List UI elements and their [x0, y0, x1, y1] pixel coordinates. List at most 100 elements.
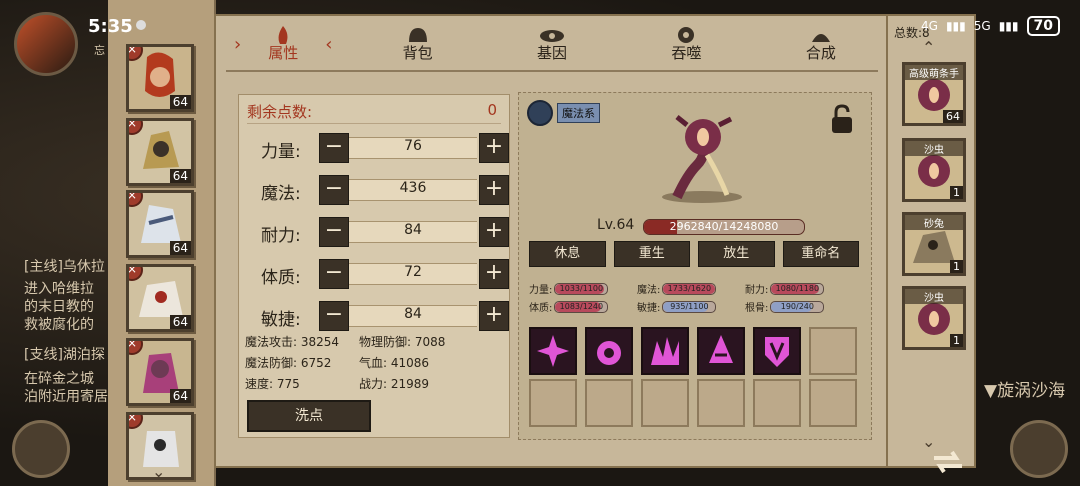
pet-card[interactable]: 砂兔 1 — [902, 212, 966, 276]
increase-button[interactable]: + — [479, 175, 509, 205]
growth-stat: 根骨: 190/240 — [745, 299, 825, 314]
release-button[interactable]: 放生 — [698, 241, 775, 267]
network-2: 5G — [973, 19, 991, 33]
rest-button[interactable]: 休息 — [529, 241, 606, 267]
pet-type-tag: 魔法系 — [557, 103, 600, 123]
stat-name: 耐力: — [261, 226, 301, 246]
pet-name: 沙虫 — [905, 289, 963, 304]
growth-bar: 1733/1620 — [662, 282, 717, 295]
stat-name: 力量: — [261, 142, 301, 162]
empty-skill-slot[interactable] — [585, 379, 633, 427]
empty-skill-slot[interactable] — [641, 379, 689, 427]
quest-main-desc-3: 救被腐化的 — [24, 317, 94, 333]
growth-label: 体质: — [529, 303, 553, 314]
exp-bar: 2962840/14248080 — [643, 219, 805, 235]
signal-icon: ▮▮▮ — [945, 19, 966, 33]
quest-main-desc-2: 的末日教的 — [24, 299, 94, 315]
growth-bar: 190/240 — [770, 300, 825, 313]
empty-skill-slot[interactable] — [529, 379, 577, 427]
reset-points-button[interactable]: 洗点 — [247, 400, 371, 432]
pet-level-bar: Lv.64 2962840/14248080 — [597, 217, 857, 235]
pet-name: 高级萌条手 — [905, 65, 963, 80]
character-card[interactable]: × 64 — [126, 118, 194, 186]
status-time: 5:35 — [88, 16, 133, 37]
player-avatar[interactable] — [14, 12, 78, 76]
decrease-button[interactable]: − — [319, 301, 349, 331]
speed-value: 速度: 775 — [245, 377, 300, 391]
empty-skill-slot[interactable] — [753, 379, 801, 427]
tab-label: 基因 — [537, 44, 568, 62]
stat-row-constitution: 体质: − 72 + — [239, 257, 509, 291]
pet-card[interactable]: 沙虫 1 — [902, 286, 966, 350]
decrease-button[interactable]: − — [319, 259, 349, 289]
growth-stat: 敏捷: 935/1100 — [637, 299, 717, 314]
stat-row-stamina: 耐力: − 84 + — [239, 215, 509, 249]
pet-sprite — [662, 115, 742, 203]
increase-button[interactable]: + — [479, 133, 509, 163]
stat-value: 84 — [349, 305, 477, 327]
skill-icon — [651, 337, 679, 365]
list-icon[interactable] — [527, 100, 553, 126]
swap-icon[interactable] — [928, 444, 968, 480]
derived-stats: 魔法攻击: 38254 物理防御: 7088 魔法防御: 6752 气血: 4108… — [245, 333, 503, 396]
empty-skill-slot[interactable] — [809, 327, 857, 375]
tab-label: 背包 — [402, 44, 433, 62]
skill-slot[interactable] — [697, 327, 745, 375]
skill-slot[interactable] — [641, 327, 689, 375]
skill-slot[interactable] — [753, 327, 801, 375]
tab-label: 吞噬 — [671, 44, 702, 62]
empty-skill-slot[interactable] — [809, 379, 857, 427]
increase-button[interactable]: + — [479, 301, 509, 331]
growth-value: 1033/1100 — [559, 283, 604, 293]
scroll-down-icon[interactable]: ⌄ — [152, 462, 165, 481]
physical-defense: 物理防御: 7088 — [359, 335, 446, 349]
growth-value: 935/1100 — [670, 301, 709, 311]
skill-slot[interactable] — [585, 327, 633, 375]
pet-card[interactable]: 高级萌条手 64 — [902, 62, 966, 126]
character-card[interactable]: × 64 — [126, 190, 194, 258]
rebirth-button[interactable]: 重生 — [613, 241, 690, 267]
remaining-points-value: 0 — [487, 101, 497, 119]
pet-level: Lv.64 — [597, 217, 635, 233]
stat-row-agility: 敏捷: − 84 + — [239, 299, 509, 333]
decrease-button[interactable]: − — [319, 217, 349, 247]
tab-label: 属性 — [268, 44, 299, 62]
character-card[interactable]: × 64 — [126, 44, 194, 112]
quest-side-title[interactable]: [支线]湖泊探 — [24, 344, 105, 364]
character-card[interactable]: × 64 — [126, 338, 194, 406]
growth-stat: 力量: 1033/1100 — [529, 281, 609, 296]
growth-bar: 935/1100 — [662, 300, 717, 313]
character-card[interactable]: × 64 — [126, 264, 194, 332]
increase-button[interactable]: + — [479, 217, 509, 247]
magic-defense: 魔法防御: 6752 — [245, 356, 332, 370]
stat-value: 72 — [349, 263, 477, 285]
status-right: 4G ▮▮▮ 5G ▮▮▮ 70 — [921, 16, 1060, 36]
rename-button[interactable]: 重命名 — [782, 241, 859, 267]
quest-side-desc-1: 在碎金之城 — [24, 371, 94, 387]
growth-label: 敏捷: — [637, 303, 661, 314]
hp-value: 气血: 41086 — [359, 356, 430, 370]
lock-icon[interactable] — [827, 103, 857, 135]
exp-text: 2962840/14248080 — [669, 220, 779, 233]
increase-button[interactable]: + — [479, 259, 509, 289]
skill-icon — [597, 341, 621, 365]
map-button[interactable] — [12, 420, 70, 478]
pet-level: 1 — [950, 260, 963, 273]
pet-list: 总数:8 ⌃ 高级萌条手 64 沙虫 1 砂兔 1 沙虫 1 ⌄ — [886, 14, 976, 468]
stat-name: 魔法: — [261, 184, 301, 204]
empty-skill-slot[interactable] — [697, 379, 745, 427]
growth-stat: 魔法: 1733/1620 — [637, 281, 717, 296]
decrease-button[interactable]: − — [319, 133, 349, 163]
pet-level: 1 — [950, 334, 963, 347]
quest-main-desc-1: 进入哈维拉 — [24, 281, 94, 297]
decrease-button[interactable]: − — [319, 175, 349, 205]
pet-card[interactable]: 沙虫 1 — [902, 138, 966, 202]
growth-value: 190/240 — [780, 301, 814, 311]
quest-main-title[interactable]: [主线]乌休拉 — [24, 256, 105, 276]
growth-bar: 1083/1240 — [554, 300, 609, 313]
home-button[interactable] — [1010, 420, 1068, 478]
notification-icon — [136, 20, 146, 30]
growth-label: 魔法: — [637, 285, 661, 296]
pet-level: 1 — [950, 186, 963, 199]
skill-slot[interactable] — [529, 327, 577, 375]
